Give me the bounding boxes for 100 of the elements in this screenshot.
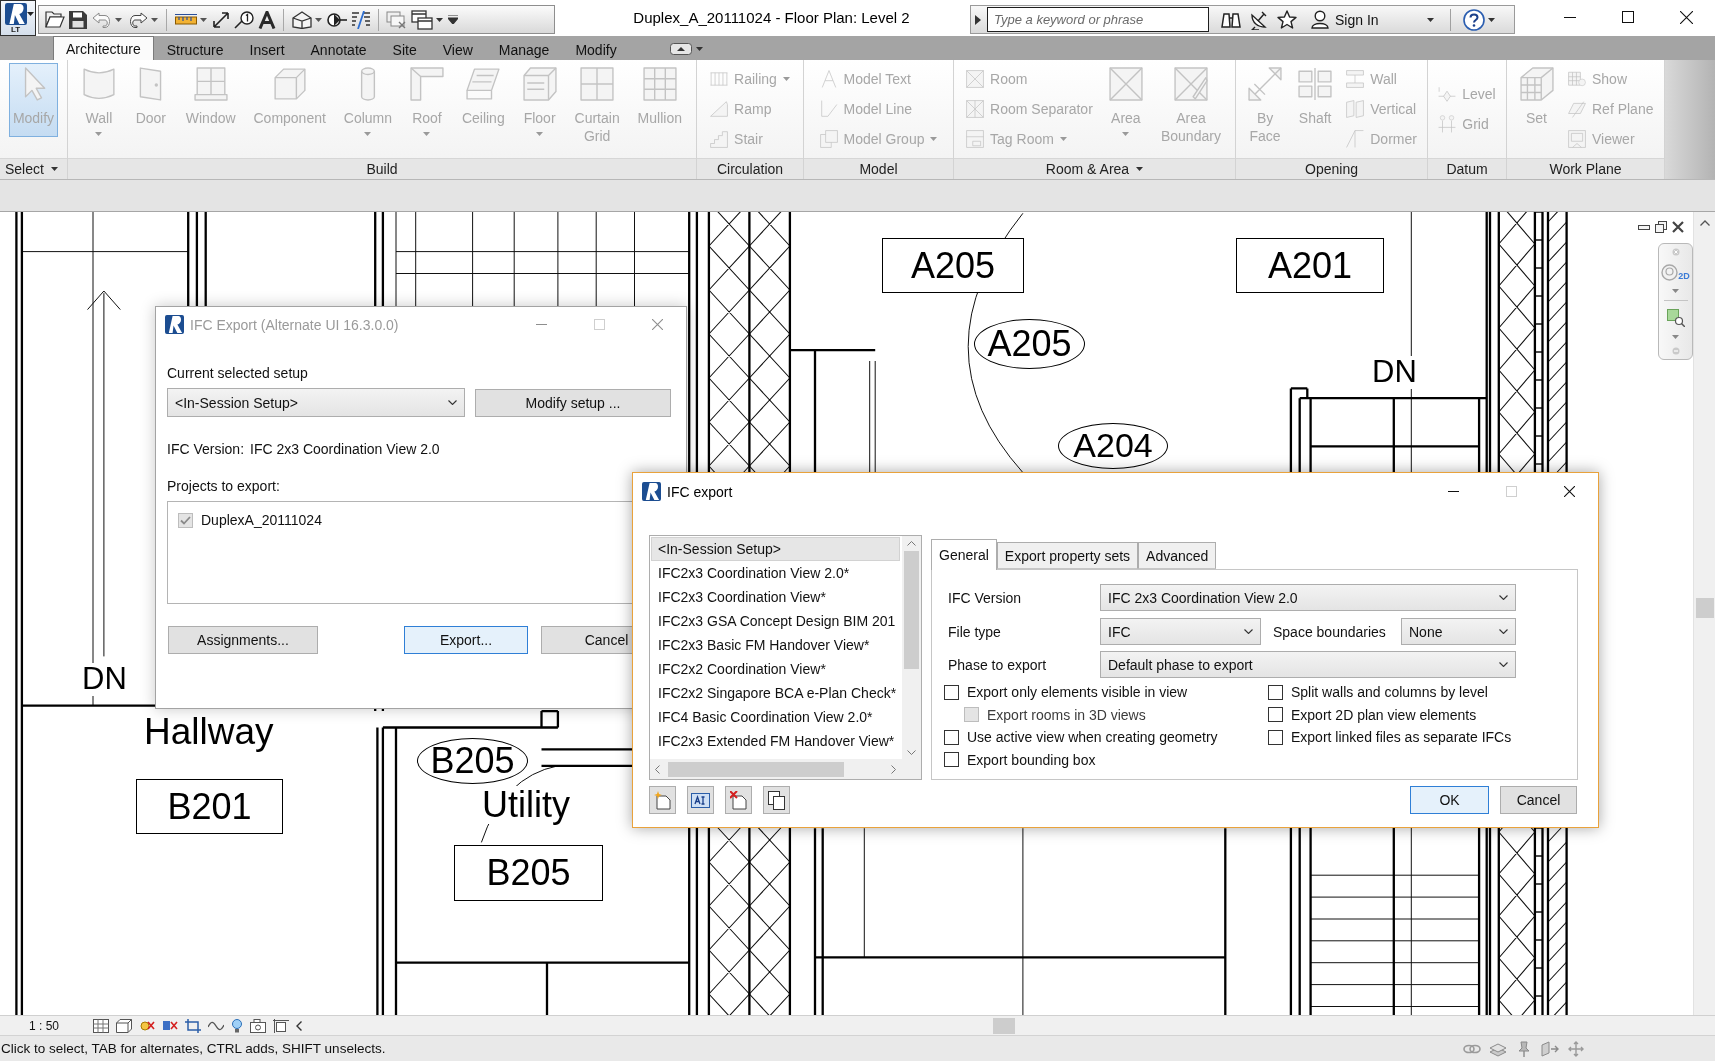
cube-outline-icon[interactable] [116,1018,132,1033]
ribbon-tab[interactable]: View [429,38,486,60]
checkbox[interactable] [1268,729,1283,745]
search-field[interactable]: Type a keyword or phrase [987,7,1209,32]
caret-icon[interactable] [50,167,58,171]
chevron-right-icon[interactable] [891,764,896,774]
star-icon[interactable] [1277,10,1297,29]
ribbon-tab[interactable]: Site [379,38,430,60]
crop-frame-icon[interactable] [185,1018,201,1033]
customize-caret-icon[interactable] [448,15,458,24]
redo-arrow-icon[interactable] [128,11,148,28]
lightbulb-icon[interactable] [231,1018,243,1033]
chevron-left-icon[interactable] [296,1020,302,1031]
checkbox[interactable] [1268,707,1283,723]
scrollbar-thumb[interactable] [993,1017,1015,1034]
rename-setup-button[interactable] [687,786,714,814]
letter-a-icon[interactable] [258,10,276,29]
caret-icon[interactable] [315,17,322,22]
setup-list-item[interactable]: <In-Session Setup> [651,537,900,561]
sign-in-button[interactable]: Sign In [1307,7,1383,32]
view-scale[interactable]: 1 : 50 [0,1018,93,1033]
zoom-region-icon[interactable] [1666,309,1685,328]
house-icon[interactable] [292,10,312,29]
setup-list-item[interactable]: IFC2x3 Extended FM Handover View* [651,729,900,753]
switch-windows-icon[interactable] [411,9,433,30]
chevron-up-icon[interactable] [1699,220,1710,226]
diagonal-dimension-icon[interactable] [212,10,230,29]
vertical-scrollbar[interactable] [902,536,921,759]
dialog-tab[interactable]: Advanced [1138,542,1217,569]
close-windows-icon[interactable] [386,10,406,29]
caret-icon[interactable] [200,17,207,22]
binoculars-icon[interactable] [1221,10,1241,29]
thin-lines-icon[interactable] [351,10,371,29]
caret-icon[interactable] [1136,167,1144,171]
ribbon-tab[interactable]: Manage [485,38,563,60]
checkbox[interactable] [944,729,959,745]
setup-list-item[interactable]: IFC4 Basic Coordination View 2.0* [651,705,900,729]
dialog-button[interactable]: Export... [404,626,528,654]
minimize-icon[interactable] [1638,224,1650,230]
dialog-tab[interactable]: Export property sets [996,542,1139,569]
ruler-icon[interactable] [175,12,197,27]
restore-icon[interactable] [1655,221,1667,233]
framed-square-icon[interactable] [273,1018,289,1033]
checkbox[interactable] [944,684,959,700]
setup-list-item[interactable]: IFC2x2 Singapore BCA e-Plan Check* [651,681,900,705]
file-type-dropdown[interactable]: IFC [1100,618,1261,645]
modify-setup-button[interactable]: Modify setup ... [475,388,671,417]
shadow-crossed-icon[interactable] [162,1018,178,1033]
copy-setup-button[interactable] [763,786,790,814]
ribbon-tab[interactable]: Modify [562,38,630,60]
camera-frame-icon[interactable] [250,1018,266,1033]
sun-crossed-icon[interactable] [139,1018,155,1033]
dialog-button[interactable]: OK [1410,786,1489,814]
maximize-icon[interactable] [1622,11,1634,23]
folder-icon[interactable] [45,11,65,28]
dialog-button[interactable]: Assignments... [168,626,318,654]
close-icon[interactable] [1679,10,1693,24]
ifc-version-dropdown[interactable]: IFC 2x3 Coordination View 2.0 [1100,584,1516,611]
caret-icon[interactable] [695,47,703,51]
application-menu-button[interactable]: LT [0,0,36,36]
caret-icon[interactable] [115,17,122,22]
close-icon[interactable] [1672,221,1684,233]
dialog-button[interactable]: Cancel [1500,786,1577,814]
new-setup-button[interactable] [649,786,676,814]
dialog-tab[interactable]: General [931,539,997,570]
space-boundaries-dropdown[interactable]: None [1401,618,1516,645]
satellite-dish-icon[interactable] [1249,9,1269,30]
scrollbar-thumb[interactable] [904,551,919,669]
minimize-icon[interactable] [1447,491,1459,492]
ribbon-tab[interactable]: Annotate [297,38,380,60]
ribbon-tab[interactable]: Structure [153,38,237,60]
undo-arrow-icon[interactable] [92,11,112,28]
minus-dot-icon[interactable] [1671,346,1680,355]
caret-icon[interactable] [1487,17,1495,22]
horizontal-scrollbar[interactable] [650,759,921,779]
vertical-scrollbar[interactable] [1693,212,1715,1015]
checkbox[interactable] [1268,684,1283,700]
scrollbar-thumb[interactable] [668,761,844,777]
expand-arrow-icon[interactable] [975,14,981,25]
panel-toggle-icon[interactable] [669,43,692,55]
caret-icon[interactable] [436,17,443,22]
face-arrow-icon[interactable] [1541,1040,1559,1057]
section-marker-icon[interactable] [327,11,347,28]
setup-list-item[interactable]: IFC2x3 Coordination View 2.0* [651,561,900,585]
delete-setup-button[interactable] [725,786,752,814]
setup-list-item[interactable]: IFC2x2 Coordination View* [651,657,900,681]
close-dot-icon[interactable] [1671,248,1680,256]
caret-icon[interactable] [1426,17,1434,22]
caret-icon[interactable] [151,17,158,22]
help-icon[interactable] [1462,8,1485,31]
phase-dropdown[interactable]: Default phase to export [1100,651,1516,678]
tag-circle-icon[interactable] [234,10,254,29]
grid-square-icon[interactable] [93,1018,109,1033]
close-icon[interactable] [1563,486,1575,497]
checkbox[interactable] [944,752,959,768]
chevron-down-icon[interactable] [907,750,916,755]
chevron-up-icon[interactable] [907,541,916,546]
setup-dropdown[interactable]: <In-Session Setup> [167,388,465,417]
setup-list-item[interactable]: IFC2x3 Coordination View* [651,585,900,609]
scrollbar-thumb[interactable] [1695,598,1714,618]
